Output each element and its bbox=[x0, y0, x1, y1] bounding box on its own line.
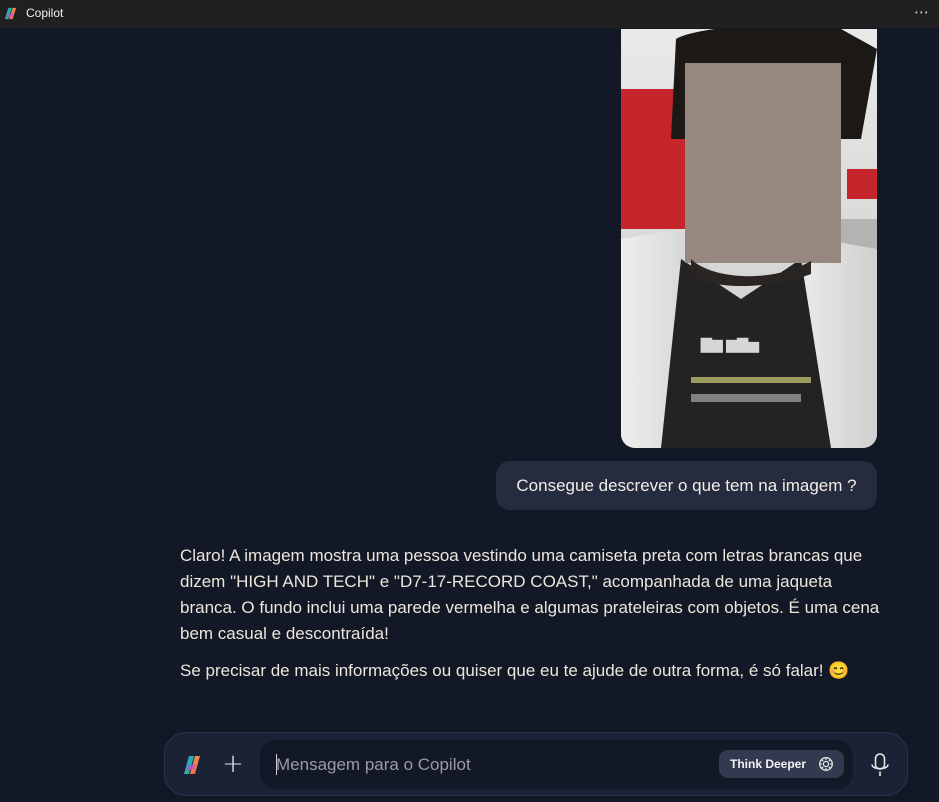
microphone-icon[interactable] bbox=[869, 752, 891, 778]
assistant-message: Claro! A imagem mostra uma pessoa vestin… bbox=[180, 543, 880, 684]
assistant-paragraph: Se precisar de mais informações ou quise… bbox=[180, 661, 850, 680]
copilot-logo-icon[interactable] bbox=[180, 753, 204, 777]
more-options-icon[interactable]: ⋯ bbox=[911, 3, 933, 23]
copilot-logo-icon bbox=[4, 7, 17, 20]
app-title: Copilot bbox=[26, 6, 64, 20]
think-deeper-icon bbox=[819, 757, 833, 771]
assistant-paragraph: Claro! A imagem mostra uma pessoa vestin… bbox=[180, 546, 880, 643]
think-deeper-button[interactable]: Think Deeper bbox=[719, 750, 844, 778]
message-input-wrapper: Think Deeper bbox=[260, 740, 853, 789]
shirt-print: ▇▆ ▆▇▅ bbox=[700, 336, 760, 353]
title-bar: Copilot ⋯ bbox=[0, 0, 939, 28]
text-caret bbox=[276, 754, 277, 775]
think-deeper-label: Think Deeper bbox=[730, 757, 807, 771]
message-composer: + Think Deeper bbox=[164, 732, 908, 796]
add-attachment-button[interactable]: + bbox=[221, 749, 245, 779]
user-message: Consegue descrever o que tem na imagem ? bbox=[496, 461, 877, 510]
shared-photo: ▇▆ ▆▇▅ bbox=[621, 29, 877, 448]
shared-image[interactable]: ▇▆ ▆▇▅ bbox=[621, 29, 877, 448]
